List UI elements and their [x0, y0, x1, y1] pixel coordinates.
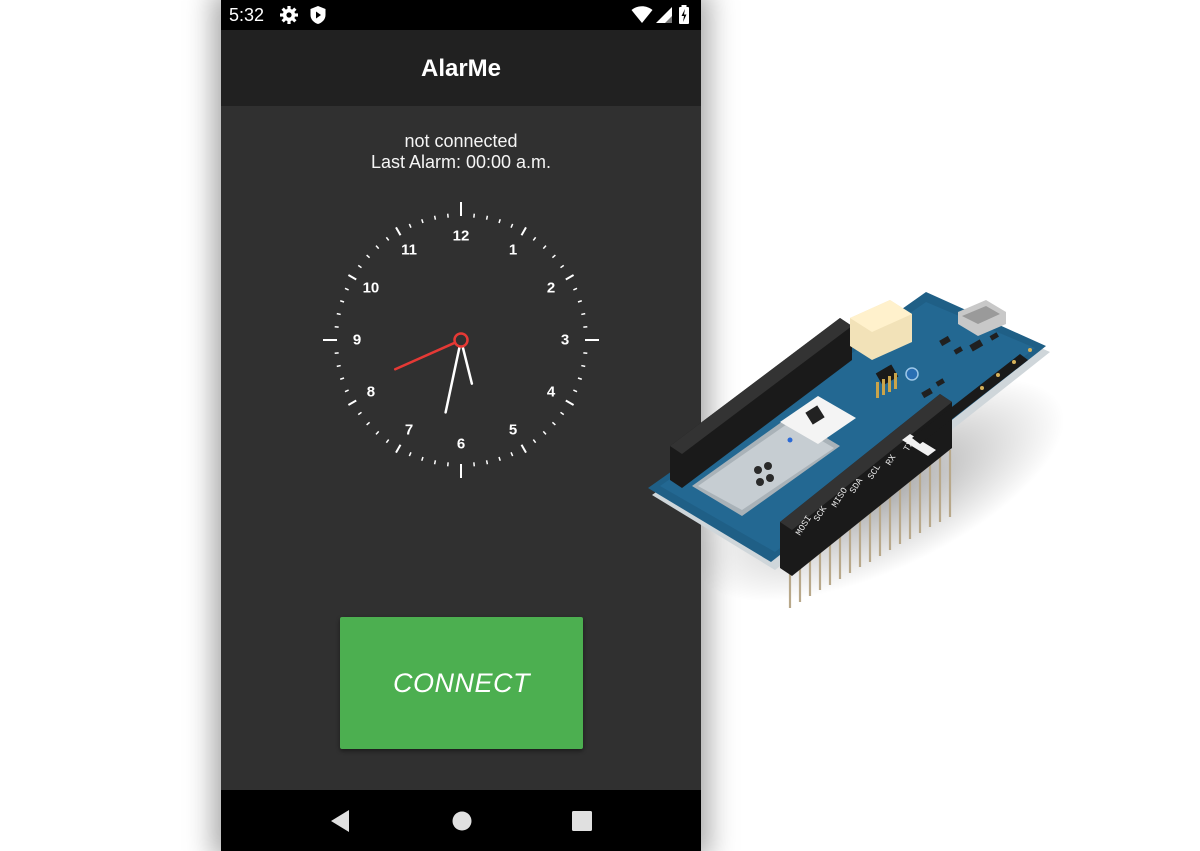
analog-clock: 12 1 2 3 4 5 6 7 8 9 10 11	[323, 202, 599, 478]
status-right-icons	[631, 5, 693, 25]
clock-tick	[485, 460, 489, 465]
status-time: 5:32	[229, 5, 265, 25]
clock-tick	[344, 287, 349, 291]
clock-tick	[395, 444, 402, 454]
app-bar: AlarMe	[221, 30, 701, 106]
clock-tick	[520, 226, 527, 236]
clock-tick	[510, 223, 514, 228]
clock-tick	[357, 411, 362, 416]
clock-tick	[366, 254, 371, 259]
clock-tick	[344, 389, 349, 393]
clock-tick	[520, 444, 527, 454]
clock-tick	[375, 245, 380, 250]
clock-tick	[339, 300, 345, 303]
clock-tick	[385, 439, 390, 444]
arduino-board-image: MOSI SCK MISO SDA SCL RX TX	[648, 292, 1065, 608]
clock-number-5: 5	[509, 422, 517, 439]
connection-status: not connected Last Alarm: 00:00 a.m.	[221, 131, 701, 173]
clock-tick	[421, 218, 424, 224]
clock-tick	[498, 218, 501, 224]
clock-tick	[385, 236, 390, 241]
phone-screen: 5:32 AlarMe not connected Last Alarm: 00…	[221, 0, 701, 851]
app-title: AlarMe	[420, 55, 502, 82]
signal-icon	[656, 7, 672, 23]
clock-tick	[395, 226, 402, 236]
clock-tick	[433, 460, 437, 465]
clock-tick	[565, 274, 575, 281]
clock-tick	[560, 411, 565, 416]
connection-status-text: not connected	[404, 131, 518, 151]
clock-tick	[532, 236, 537, 241]
clock-tick	[573, 287, 578, 291]
clock-tick	[357, 264, 362, 269]
connect-button[interactable]: CONNECT	[340, 617, 583, 749]
clock-tick	[421, 456, 424, 462]
clock-tick	[347, 274, 357, 281]
clock-tick	[336, 364, 341, 368]
clock-tick	[336, 312, 341, 316]
clock-tick	[577, 377, 583, 380]
clock-tick	[433, 215, 437, 220]
clock-tick	[408, 223, 412, 228]
connect-button-label: CONNECT	[393, 667, 530, 698]
second-hand	[393, 341, 457, 371]
clock-tick	[339, 377, 345, 380]
back-icon[interactable]	[330, 809, 350, 833]
gear-icon	[280, 6, 298, 24]
clock-tick	[542, 245, 547, 250]
clock-tick	[577, 300, 583, 303]
clock-tick	[581, 364, 586, 368]
clock-number-4: 4	[547, 384, 556, 401]
clock-center-pivot	[453, 332, 469, 348]
status-bar: 5:32	[221, 0, 701, 30]
clock-number-1: 1	[509, 241, 517, 258]
clock-tick	[498, 456, 501, 462]
navigation-bar	[221, 790, 701, 851]
clock-tick	[408, 452, 412, 457]
clock-tick	[565, 399, 575, 406]
home-icon[interactable]	[451, 809, 473, 833]
clock-number-11: 11	[401, 241, 417, 258]
clock-tick	[366, 421, 371, 426]
clock-tick	[581, 312, 586, 316]
last-alarm-text: Last Alarm: 00:00 a.m.	[370, 152, 552, 172]
clock-number-6: 6	[457, 436, 465, 453]
clock-number-12: 12	[453, 228, 470, 245]
hour-hand	[461, 344, 474, 385]
clock-number-7: 7	[405, 422, 413, 439]
clock-number-8: 8	[367, 384, 375, 401]
clock-tick	[375, 430, 380, 435]
clock-number-3: 3	[561, 332, 569, 349]
clock-number-10: 10	[363, 280, 380, 297]
clock-number-2: 2	[547, 280, 555, 297]
shield-icon	[310, 6, 326, 24]
screenshot-stage: 5:32 AlarMe not connected Last Alarm: 00…	[0, 0, 1200, 851]
minute-hand	[444, 344, 462, 414]
clock-number-9: 9	[353, 332, 361, 349]
clock-tick	[347, 399, 357, 406]
clock-tick	[560, 264, 565, 269]
clock-tick	[573, 389, 578, 393]
clock-tick	[551, 421, 556, 426]
clock-tick	[485, 215, 489, 220]
clock-tick	[551, 254, 556, 259]
clock-tick	[510, 452, 514, 457]
battery-charging-icon	[679, 5, 689, 24]
wifi-icon	[631, 6, 653, 23]
recents-icon[interactable]	[571, 809, 593, 833]
clock-tick	[542, 430, 547, 435]
clock-tick	[532, 439, 537, 444]
